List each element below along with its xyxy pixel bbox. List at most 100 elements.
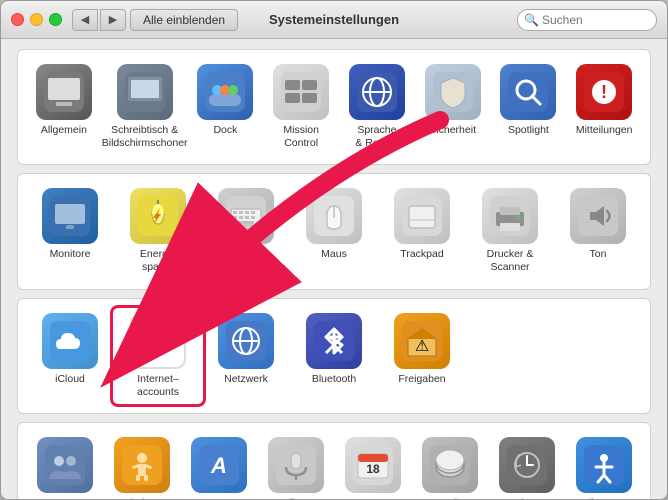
- app-item-mission[interactable]: Mission Control: [263, 60, 339, 154]
- svg-text:18: 18: [366, 462, 380, 476]
- app-item-appstore[interactable]: A App Store: [180, 433, 257, 499]
- svg-text:!: !: [601, 82, 607, 102]
- app-item-ton[interactable]: Ton: [554, 184, 642, 265]
- app-label-appstore: App Store: [195, 497, 242, 499]
- close-button[interactable]: [11, 13, 24, 26]
- app-label-internet: Internet– accounts: [137, 373, 179, 399]
- icon-sicherheit: [425, 64, 481, 120]
- search-box: 🔍: [517, 9, 657, 31]
- app-label-netzwerk: Netzwerk: [224, 373, 268, 386]
- app-item-kinder[interactable]: Kinder– sicherung: [103, 433, 180, 499]
- icon-datum: 18: [345, 437, 401, 493]
- icon-drucker: [482, 188, 538, 244]
- icon-diktat: [268, 437, 324, 493]
- app-label-startvolume: Startvolume: [421, 497, 477, 499]
- app-label-benutzer: Benutzer & Gruppen: [39, 497, 91, 499]
- section-personal: Allgemein Schreibtisch & Bildschirmschon…: [17, 49, 651, 165]
- app-label-energie: Energie sparen: [140, 248, 176, 274]
- app-item-bluetooth[interactable]: Bluetooth: [290, 309, 378, 390]
- app-label-mission: Mission Control: [283, 124, 319, 150]
- app-item-tastatur[interactable]: Tastatur: [202, 184, 290, 265]
- app-item-sicherheit[interactable]: Sicherheit: [415, 60, 491, 141]
- app-label-spotlight: Spotlight: [508, 124, 549, 137]
- section-system: Benutzer & Gruppen Kinder– sicherung A: [17, 422, 651, 499]
- main-window: ◀ ▶ Alle einblenden Systemeinstellungen …: [0, 0, 668, 500]
- icon-bedienungshilfen: [576, 437, 632, 493]
- app-item-sprache[interactable]: Sprache & Region: [339, 60, 415, 154]
- app-item-benutzer[interactable]: Benutzer & Gruppen: [26, 433, 103, 499]
- icon-allgemein: [36, 64, 92, 120]
- titlebar: ◀ ▶ Alle einblenden Systemeinstellungen …: [1, 1, 667, 39]
- icon-startvolume: [422, 437, 478, 493]
- app-label-datum: Datum & Uhrzeit: [352, 497, 393, 499]
- app-label-timemachine: Time Machine: [507, 497, 547, 499]
- app-item-timemachine[interactable]: Time Machine: [488, 433, 565, 499]
- icon-trackpad: [394, 188, 450, 244]
- app-item-internet[interactable]: @ Internet– accounts: [114, 309, 202, 403]
- app-label-dock: Dock: [213, 124, 237, 137]
- icon-dock: [197, 64, 253, 120]
- section-hardware: Monitore Energie sparen Tast: [17, 173, 651, 289]
- app-label-sprache: Sprache & Region: [355, 124, 398, 150]
- minimize-button[interactable]: [30, 13, 43, 26]
- icon-ton: [570, 188, 626, 244]
- app-label-mitteilungen: Mitteilungen: [576, 124, 633, 137]
- maximize-button[interactable]: [49, 13, 62, 26]
- show-all-button[interactable]: Alle einblenden: [130, 9, 238, 31]
- app-label-maus: Maus: [321, 248, 347, 261]
- app-item-icloud[interactable]: iCloud: [26, 309, 114, 390]
- icon-mission: [273, 64, 329, 120]
- icon-netzwerk: [218, 313, 274, 369]
- icon-maus: [306, 188, 362, 244]
- app-item-schreibtisch[interactable]: Schreibtisch & Bildschirmschoner: [102, 60, 188, 154]
- app-label-monitore: Monitore: [50, 248, 91, 261]
- icon-internet: @: [130, 313, 186, 369]
- app-item-datum[interactable]: 18 Datum & Uhrzeit: [334, 433, 411, 499]
- app-label-bluetooth: Bluetooth: [312, 373, 356, 386]
- icon-freigaben: ⚠: [394, 313, 450, 369]
- icon-icloud: [42, 313, 98, 369]
- window-title: Systemeinstellungen: [269, 12, 399, 27]
- app-item-monitore[interactable]: Monitore: [26, 184, 114, 265]
- section-row-4: Benutzer & Gruppen Kinder– sicherung A: [26, 433, 642, 499]
- app-label-sicherheit: Sicherheit: [429, 124, 476, 137]
- svg-text:A: A: [210, 453, 227, 478]
- icon-benutzer: [37, 437, 93, 493]
- icon-tastatur: [218, 188, 274, 244]
- app-item-bedienungshilfen[interactable]: Bedienungs– hilfen: [565, 433, 642, 499]
- app-item-netzwerk[interactable]: Netzwerk: [202, 309, 290, 390]
- nav-buttons: ◀ ▶: [72, 9, 126, 31]
- app-item-spotlight[interactable]: Spotlight: [491, 60, 567, 141]
- icon-mitteilungen: !: [576, 64, 632, 120]
- app-item-dock[interactable]: Dock: [188, 60, 264, 141]
- forward-button[interactable]: ▶: [100, 9, 126, 31]
- app-item-energie[interactable]: Energie sparen: [114, 184, 202, 278]
- app-label-kinder: Kinder– sicherung: [119, 497, 165, 499]
- app-item-freigaben[interactable]: ⚠ Freigaben: [378, 309, 466, 390]
- icon-timemachine: [499, 437, 555, 493]
- app-label-schreibtisch: Schreibtisch & Bildschirmschoner: [102, 124, 188, 150]
- app-label-trackpad: Trackpad: [400, 248, 443, 261]
- app-item-drucker[interactable]: Drucker & Scanner: [466, 184, 554, 278]
- content-area: Allgemein Schreibtisch & Bildschirmschon…: [1, 39, 667, 499]
- app-item-startvolume[interactable]: Startvolume: [411, 433, 488, 499]
- icon-bluetooth: [306, 313, 362, 369]
- app-item-maus[interactable]: Maus: [290, 184, 378, 265]
- svg-text:@: @: [145, 325, 170, 355]
- app-item-diktat[interactable]: Diktat & Sprache: [257, 433, 334, 499]
- section-internet: iCloud @ Internet– accounts: [17, 298, 651, 414]
- app-label-diktat: Diktat & Sprache: [271, 497, 320, 499]
- app-label-ton: Ton: [590, 248, 607, 261]
- app-item-allgemein[interactable]: Allgemein: [26, 60, 102, 141]
- back-button[interactable]: ◀: [72, 9, 98, 31]
- traffic-lights: [11, 13, 62, 26]
- app-label-freigaben: Freigaben: [398, 373, 445, 386]
- search-icon: 🔍: [524, 13, 539, 27]
- icon-energie: [130, 188, 186, 244]
- app-label-drucker: Drucker & Scanner: [487, 248, 534, 274]
- app-item-trackpad[interactable]: Trackpad: [378, 184, 466, 265]
- app-label-allgemein: Allgemein: [41, 124, 87, 137]
- section-row-2: Monitore Energie sparen Tast: [26, 184, 642, 278]
- section-row-3: iCloud @ Internet– accounts: [26, 309, 642, 403]
- app-item-mitteilungen[interactable]: ! Mitteilungen: [566, 60, 642, 141]
